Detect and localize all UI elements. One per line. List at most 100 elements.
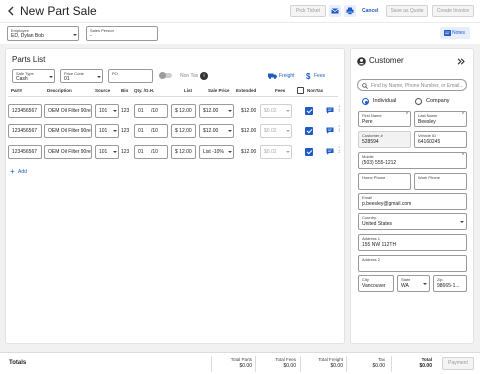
email-button[interactable]: [329, 5, 341, 17]
payment-button[interactable]: Payment: [442, 357, 474, 370]
list-price-input[interactable]: $ 12.00: [171, 104, 196, 118]
zip-label: Zip: [437, 277, 443, 282]
nontax-checkbox[interactable]: [305, 148, 313, 156]
company-label: Company: [426, 98, 450, 104]
account-circle-icon: [357, 57, 366, 66]
notes-button[interactable]: Notes: [440, 27, 470, 39]
top-bar: New Part Sale Pick Ticket Cancel Save as…: [0, 0, 480, 22]
fees-select[interactable]: $0.02: [260, 104, 292, 118]
column-header-description: Description: [47, 88, 72, 93]
country-value: United States: [362, 221, 393, 227]
sale-price-select[interactable]: $12.00: [199, 104, 234, 118]
cancel-button[interactable]: Cancel: [362, 5, 378, 17]
employee-strip: Employee ED, Dylan Bob Sales Person - No…: [0, 22, 480, 44]
non-tax-toggle[interactable]: [159, 72, 172, 79]
description-input[interactable]: OEM Oil Filter 90re...: [44, 124, 92, 138]
employee-select[interactable]: Employee ED, Dylan Bob: [7, 26, 79, 41]
totals-label: Totals: [9, 360, 27, 366]
fees-value: $0.02: [264, 149, 277, 155]
nontax-checkbox[interactable]: [305, 127, 313, 135]
total-freight-label: Total Freight: [318, 357, 343, 362]
sale-price-value: $12.00: [203, 128, 219, 134]
address-1-label: Address 1: [362, 236, 381, 241]
last-name-field[interactable]: Last Name * Beesley: [414, 111, 467, 127]
customer-search-input[interactable]: [371, 81, 463, 90]
bin-value: 123: [121, 128, 130, 134]
collapse-panel-icon[interactable]: [457, 58, 465, 65]
extended-value: $12.00: [241, 149, 257, 155]
po-input[interactable]: PO: [108, 69, 153, 83]
nontax-checkbox[interactable]: [305, 107, 313, 115]
fees-select[interactable]: $0.02: [260, 124, 292, 138]
info-icon[interactable]: i: [200, 72, 208, 80]
comment-icon[interactable]: [326, 127, 334, 134]
first-name-field[interactable]: First Name * Pere: [358, 111, 411, 127]
individual-radio[interactable]: [362, 98, 369, 105]
customer-title: Customer: [369, 56, 404, 65]
price-code-select[interactable]: Price Code 01: [60, 69, 103, 83]
zip-field[interactable]: Zip 98665-1...: [433, 275, 467, 292]
customer-number-label: Customer #: [362, 133, 383, 138]
vehicle-id-value: 64160245: [418, 139, 441, 145]
total-fees-value: $0.00: [283, 363, 296, 369]
required-mark: *: [406, 112, 408, 118]
fees-select[interactable]: $0.02: [260, 145, 292, 159]
state-select[interactable]: State WA: [397, 275, 430, 292]
vehicle-id-field[interactable]: Vehicle ID 64160245: [414, 131, 467, 148]
qty-input[interactable]: 01/10: [134, 104, 168, 118]
mobile-field[interactable]: Mobile * (503) 555-1212: [358, 152, 467, 169]
description-input[interactable]: OEM Oil Filter 90re...: [44, 104, 92, 118]
create-invoice-button[interactable]: Create Invoice: [432, 5, 474, 17]
zip-value: 98665-1...: [437, 283, 460, 289]
comment-icon[interactable]: [326, 148, 334, 155]
description-input[interactable]: OEM Oil Filter 90re...: [44, 145, 92, 159]
source-value: 101: [99, 149, 108, 155]
city-field[interactable]: City Vancouver: [358, 275, 394, 292]
add-label: Add: [18, 169, 27, 175]
email-label: Email: [362, 195, 373, 200]
total-fees-label: Total Fees: [275, 357, 296, 362]
source-select[interactable]: 101: [95, 104, 119, 118]
pick-ticket-button[interactable]: Pick Ticket: [290, 5, 326, 17]
country-select[interactable]: Country United States: [358, 213, 467, 230]
home-phone-field[interactable]: Home Phone: [358, 173, 411, 190]
list-price-input[interactable]: $ 12.00: [171, 124, 196, 138]
fees-value: $0.02: [264, 108, 277, 114]
comment-icon[interactable]: [326, 107, 334, 114]
part-number-input[interactable]: 123456567: [8, 104, 42, 118]
address-1-field[interactable]: Address 1 155 NW 112TH: [358, 234, 467, 251]
employee-value: ED, Dylan Bob: [11, 33, 44, 39]
sale-type-select[interactable]: Sale Type Cash: [12, 69, 55, 83]
qty-input[interactable]: 01/10: [134, 145, 168, 159]
sales-person-field[interactable]: Sales Person -: [86, 26, 158, 41]
print-button[interactable]: [344, 5, 356, 17]
source-select[interactable]: 101: [95, 145, 119, 159]
chevron-down-icon: [286, 151, 290, 153]
work-phone-field[interactable]: Work Phone: [414, 173, 467, 190]
home-phone-label: Home Phone: [362, 175, 386, 180]
save-as-quote-button[interactable]: Save as Quote: [386, 5, 428, 17]
email-field[interactable]: Email p.beesley@gmail.com: [358, 193, 467, 210]
back-arrow-icon[interactable]: [7, 5, 15, 17]
tax-value: $0.00: [372, 363, 385, 369]
source-value: 101: [99, 128, 108, 134]
address-1-value: 155 NW 112TH: [362, 242, 397, 248]
qty-value: 01: [138, 149, 144, 155]
part-number-input[interactable]: 123456567: [8, 145, 42, 159]
address-2-field[interactable]: Address 2: [358, 255, 467, 272]
more-options-icon[interactable]: · · ·: [338, 123, 340, 135]
source-select[interactable]: 101: [95, 124, 119, 138]
part-number-input[interactable]: 123456567: [8, 124, 42, 138]
column-header-list: List: [184, 88, 193, 93]
list-price-input[interactable]: $ 12.00: [171, 145, 196, 159]
totals-footer: Totals Total Parts $0.00 Total Fees $0.0…: [0, 352, 480, 374]
last-name-value: Beesley: [418, 119, 436, 125]
more-options-icon[interactable]: · · ·: [338, 103, 340, 115]
column-header-part: Part#: [11, 88, 23, 93]
sale-price-select[interactable]: List -10%: [199, 145, 234, 159]
qty-input[interactable]: 01/10: [134, 124, 168, 138]
more-options-icon[interactable]: · · ·: [338, 144, 340, 156]
company-radio[interactable]: [415, 98, 422, 105]
nontax-select-all-checkbox[interactable]: [297, 87, 304, 94]
sale-price-select[interactable]: $12.00: [199, 124, 234, 138]
